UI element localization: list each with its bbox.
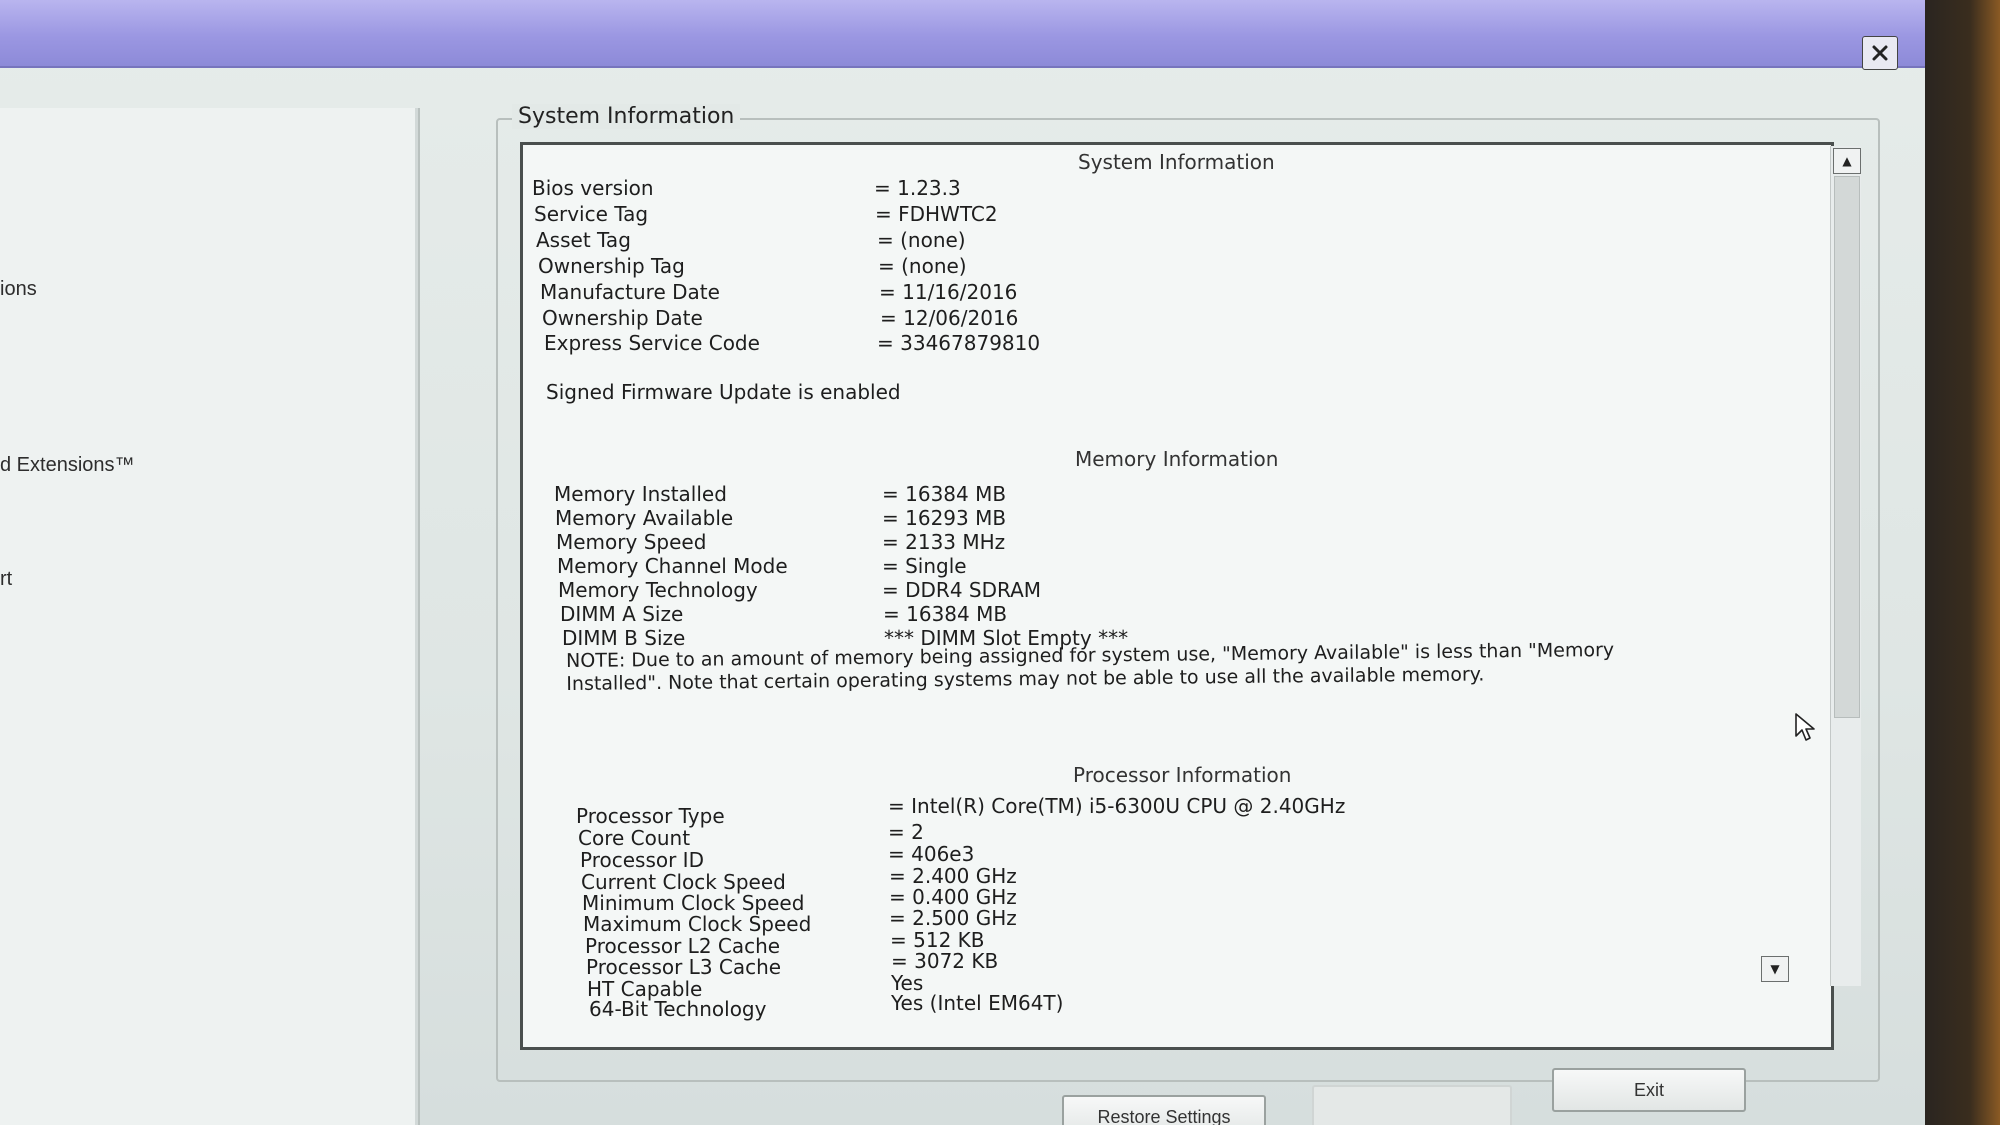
row-label: Ownership Tag (538, 254, 685, 278)
settings-tree-pane: ions d Extensions™ rt (0, 108, 420, 1125)
close-icon (1872, 45, 1888, 61)
row-value: = (none) (878, 254, 967, 278)
row-value: = 11/16/2016 (879, 280, 1018, 304)
row-value: = FDHWTC2 (875, 202, 998, 226)
row-label: Memory Installed (554, 482, 727, 506)
apply-button[interactable] (1312, 1085, 1512, 1125)
nav-item-options[interactable]: ions (0, 278, 37, 301)
exit-label: Exit (1633, 1079, 1664, 1100)
row-value: = 12/06/2016 (880, 306, 1019, 330)
firmware-update-status: Signed Firmware Update is enabled (546, 380, 901, 404)
bios-screen: ions d Extensions™ rt System Information… (0, 0, 1925, 1125)
row-label: DIMM A Size (560, 602, 684, 626)
row-value: Yes (Intel EM64T) (891, 991, 1064, 1015)
processor-info-heading: Processor Information (1073, 763, 1292, 787)
triangle-down-icon: ▼ (1770, 962, 1780, 976)
row-label: Core Count (578, 826, 691, 850)
window-titlebar (0, 0, 1925, 68)
row-value: = 2133 MHz (882, 530, 1006, 554)
row-label: Maximum Clock Speed (583, 912, 812, 936)
system-info-heading: System Information (1078, 150, 1275, 174)
scroll-up-button[interactable]: ▲ (1833, 148, 1861, 174)
row-value: = DDR4 SDRAM (882, 578, 1042, 602)
row-label: DIMM B Size (562, 626, 686, 650)
row-label: Memory Technology (558, 578, 758, 602)
row-label: Express Service Code (544, 331, 760, 355)
monitor-bezel (1925, 0, 2000, 1125)
group-title: System Information (512, 104, 741, 129)
row-label: Bios version (532, 176, 654, 200)
scroll-down-button[interactable]: ▼ (1761, 956, 1789, 982)
row-value: = Single (882, 554, 967, 578)
row-value: = (none) (877, 228, 966, 252)
row-label: Processor ID (580, 848, 704, 872)
row-value: = 1.23.3 (874, 176, 961, 200)
exit-button[interactable]: Exit (1552, 1068, 1746, 1112)
nav-item-support[interactable]: rt (0, 568, 12, 591)
mouse-cursor-icon (1795, 713, 1815, 741)
memory-info-heading: Memory Information (1075, 447, 1279, 471)
row-value: = 2 (888, 820, 924, 844)
row-label: Memory Speed (556, 530, 707, 554)
restore-settings-button[interactable]: Restore Settings (1062, 1095, 1266, 1125)
vertical-scrollbar[interactable]: ▲ ▼ (1761, 146, 1861, 986)
close-button[interactable] (1862, 36, 1898, 70)
row-label: Processor Type (576, 804, 725, 828)
row-value: = 2.500 GHz (889, 906, 1017, 930)
row-value: = 16384 MB (882, 482, 1007, 506)
row-value: = 33467879810 (877, 331, 1041, 355)
scroll-thumb[interactable] (1834, 176, 1860, 718)
row-label: 64-Bit Technology (589, 997, 767, 1021)
row-label: Service Tag (534, 202, 649, 226)
row-value: = 16293 MB (882, 506, 1007, 530)
row-value: = Intel(R) Core(TM) i5-6300U CPU @ 2.40G… (888, 794, 1346, 818)
row-label: Ownership Date (542, 306, 703, 330)
row-label: Memory Available (555, 506, 734, 530)
triangle-up-icon: ▲ (1842, 154, 1852, 168)
row-label: Manufacture Date (540, 280, 720, 304)
restore-settings-label: Restore Settings (1097, 1106, 1231, 1125)
row-value: = 16384 MB (883, 602, 1008, 626)
nav-item-extensions[interactable]: d Extensions™ (0, 454, 135, 477)
row-value: = 3072 KB (891, 949, 999, 973)
row-value: = 406e3 (888, 842, 975, 866)
row-label: Memory Channel Mode (557, 554, 788, 578)
row-label: Processor L3 Cache (586, 955, 782, 979)
row-label: Asset Tag (536, 228, 631, 252)
